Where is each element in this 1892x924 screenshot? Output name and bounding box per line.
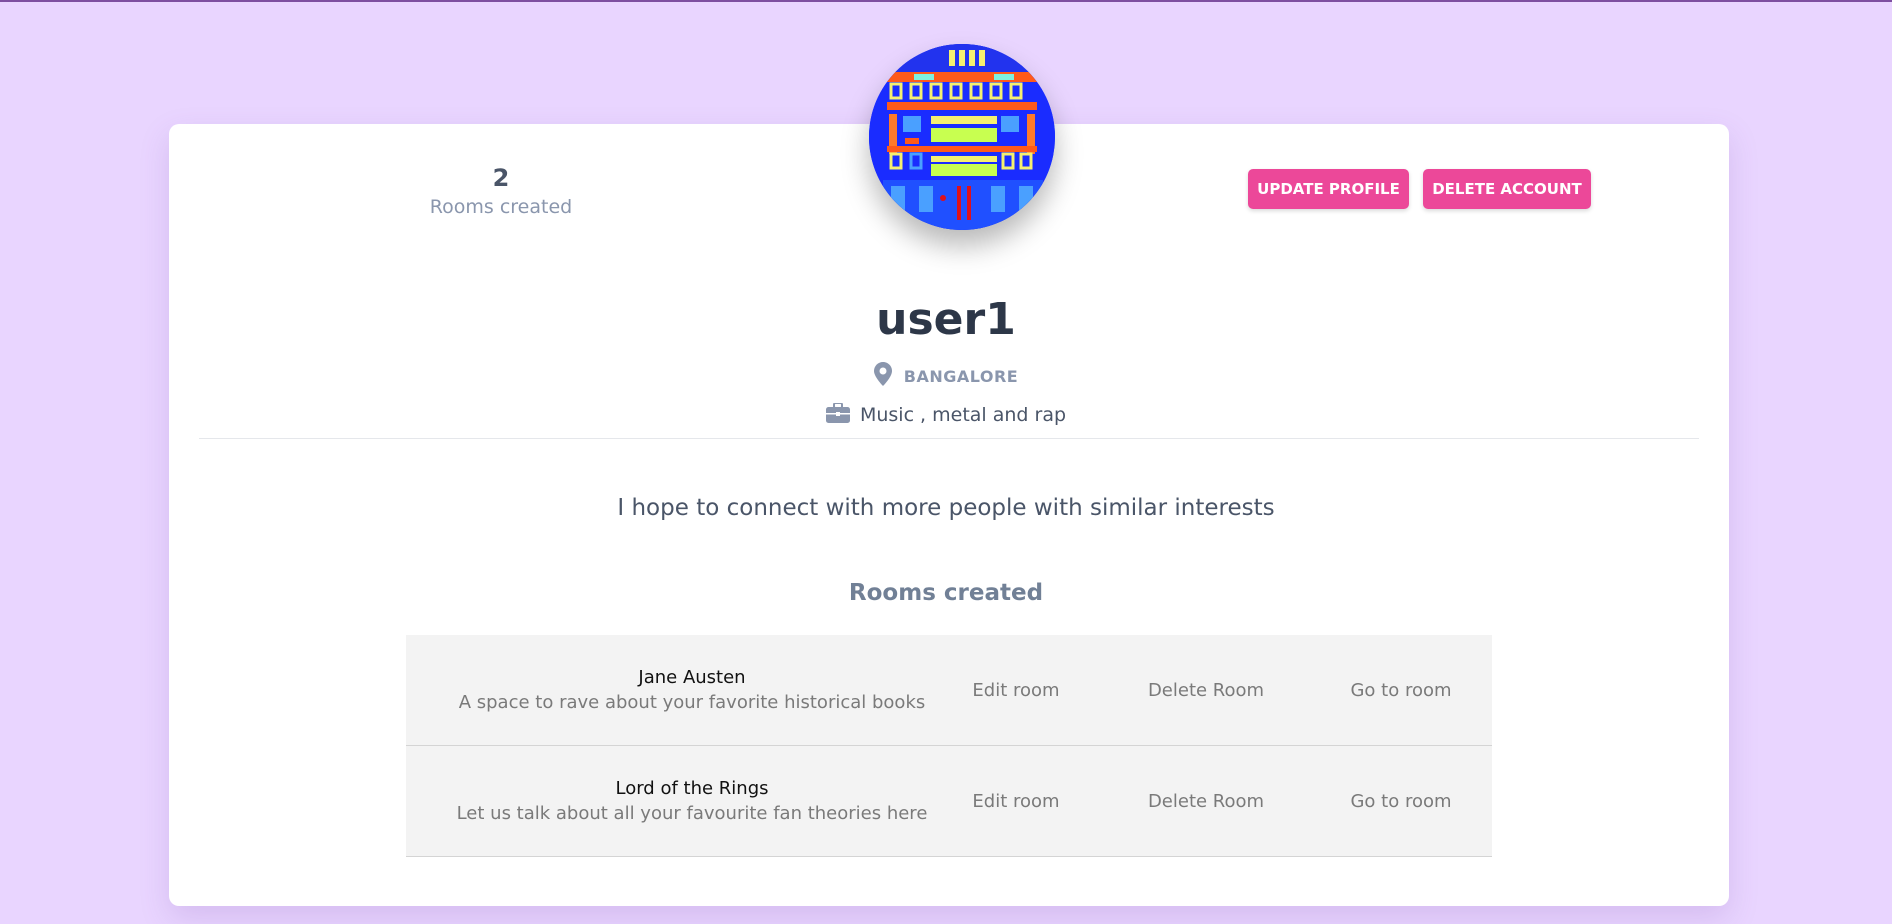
rooms-table: Jane Austen A space to rave about your f… — [406, 635, 1492, 857]
update-profile-button[interactable]: UPDATE PROFILE — [1248, 169, 1409, 209]
room-info: Lord of the Rings Let us talk about all … — [406, 777, 978, 827]
username: user1 — [876, 294, 1016, 345]
room-name: Jane Austen — [638, 667, 746, 688]
table-row: Lord of the Rings Let us talk about all … — [406, 746, 1492, 857]
location-text: BANGALORE — [903, 366, 1019, 386]
briefcase-icon — [825, 402, 850, 427]
edit-room-link[interactable]: Edit room — [951, 790, 1081, 814]
go-to-room-link[interactable]: Go to room — [1331, 679, 1471, 703]
location-row: BANGALORE — [0, 362, 1892, 390]
interests-text: Music , metal and rap — [859, 404, 1067, 426]
delete-account-button[interactable]: DELETE ACCOUNT — [1423, 169, 1591, 209]
go-to-room-link[interactable]: Go to room — [1331, 790, 1471, 814]
divider — [199, 438, 1699, 439]
table-row: Jane Austen A space to rave about your f… — [406, 635, 1492, 746]
room-name: Lord of the Rings — [615, 778, 769, 799]
top-border — [0, 0, 1892, 2]
bio: I hope to connect with more people with … — [617, 495, 1275, 521]
rooms-count: 2 — [492, 164, 510, 192]
room-description: Let us talk about all your favourite fan… — [456, 803, 928, 824]
map-pin-icon — [873, 362, 892, 390]
delete-room-link[interactable]: Delete Room — [1131, 679, 1281, 703]
room-description: A space to rave about your favorite hist… — [458, 692, 926, 713]
avatar-image — [869, 44, 1055, 230]
delete-room-link[interactable]: Delete Room — [1131, 790, 1281, 814]
interests-row: Music , metal and rap — [0, 400, 1892, 430]
rooms-count-label: Rooms created — [429, 196, 573, 218]
avatar — [869, 44, 1055, 230]
rooms-stat: 2 Rooms created — [421, 163, 581, 221]
edit-room-link[interactable]: Edit room — [951, 679, 1081, 703]
room-info: Jane Austen A space to rave about your f… — [406, 666, 978, 716]
rooms-heading: Rooms created — [848, 580, 1044, 606]
